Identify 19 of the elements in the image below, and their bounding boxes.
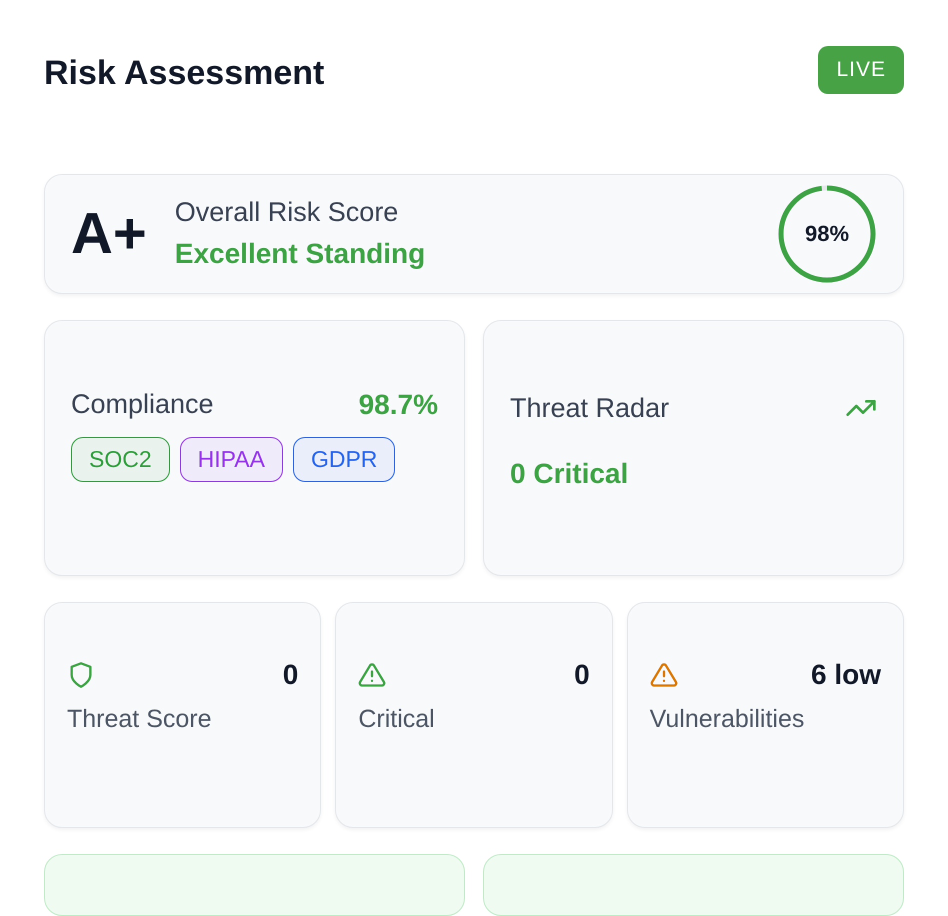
threat-radar-label: Threat Radar <box>510 392 670 424</box>
compliance-label: Compliance <box>71 389 214 420</box>
threat-radar-status: 0 Critical <box>510 458 630 490</box>
live-badge: LIVE <box>818 46 904 94</box>
page-title: Risk Assessment <box>44 54 324 93</box>
compliance-tag: HIPAA <box>180 436 283 482</box>
stat-value: 6 low <box>810 658 881 690</box>
score-label: Overall Risk Score <box>174 197 400 228</box>
stat-value: 0 <box>574 658 590 690</box>
score-status: Excellent Standing <box>174 238 426 270</box>
compliance-tag: GDPR <box>292 436 396 482</box>
ring-reading: 98% <box>804 220 850 247</box>
stat-label: Critical <box>358 704 436 734</box>
stat-value: 0 <box>282 658 298 690</box>
stat-label: Vulnerabilities <box>650 704 806 734</box>
stat-label: Threat Score <box>67 704 213 734</box>
grade: A+ <box>71 200 147 268</box>
compliance-value: 98.7% <box>358 388 438 420</box>
compliance-tag: SOC2 <box>71 436 170 482</box>
